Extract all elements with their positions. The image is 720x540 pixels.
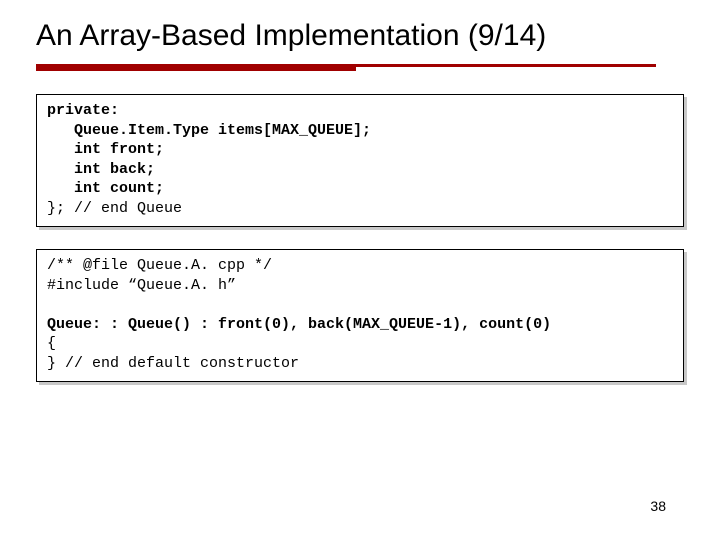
code-line: int count;	[47, 180, 164, 197]
code-line: private:	[47, 102, 119, 119]
code-line: Queue: : Queue() : front(0), back(MAX_QU…	[47, 316, 551, 333]
code-box-private: private: Queue.Item.Type items[MAX_QUEUE…	[36, 94, 684, 227]
slide-title: An Array-Based Implementation (9/14)	[36, 18, 684, 54]
code-line: /** @file Queue.A. cpp */	[47, 257, 272, 274]
code-line: int front;	[47, 141, 164, 158]
code-box-include: /** @file Queue.A. cpp */ #include “Queu…	[36, 249, 684, 382]
code-line: {	[47, 335, 56, 352]
code-line: Queue.Item.Type items[MAX_QUEUE];	[47, 122, 371, 139]
code-line: } // end default constructor	[47, 355, 299, 372]
page-number: 38	[650, 498, 666, 514]
code-line: #include “Queue.A. h”	[47, 277, 236, 294]
code-line: }; // end Queue	[47, 200, 182, 217]
title-underline	[36, 58, 684, 72]
code-line: int back;	[47, 161, 155, 178]
